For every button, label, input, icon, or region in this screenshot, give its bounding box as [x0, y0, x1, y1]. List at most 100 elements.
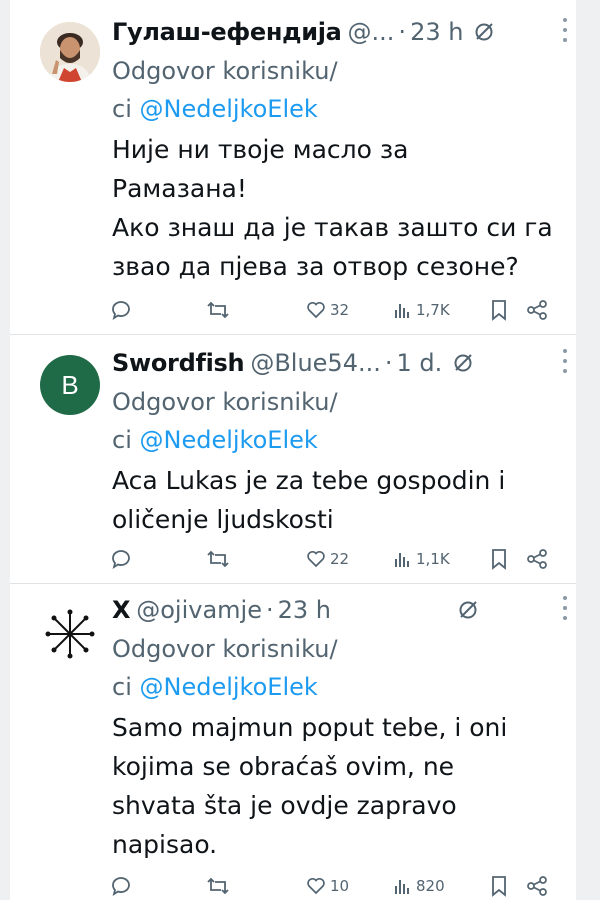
separator-dot: ·	[398, 18, 407, 46]
tweet-text: Aca Lukas je za tebe gospodin i oličenje…	[112, 461, 566, 539]
retweet-button[interactable]	[206, 299, 230, 321]
author-name[interactable]: Swordfish	[112, 349, 245, 377]
views-button[interactable]: 820	[394, 876, 445, 896]
reply-button[interactable]	[110, 299, 132, 321]
avatar[interactable]: B	[40, 355, 100, 415]
tweet-text-line: Samo majmun poput tebe, i oni	[112, 713, 508, 742]
tweet-header: Гулаш-ефендија @... · 23 h	[112, 12, 566, 52]
bookmark-button[interactable]	[490, 548, 508, 570]
reply-thread: Гулаш-ефендија @... · 23 h Odgovor koris…	[10, 0, 576, 900]
mention-link[interactable]: @NedeljkoElek	[140, 673, 318, 701]
reply-prefix: Odgovor korisniku/	[112, 57, 338, 85]
timestamp[interactable]: 23 h	[278, 596, 331, 624]
views-chart-icon	[395, 880, 409, 894]
view-count: 820	[416, 877, 445, 895]
timestamp[interactable]: 23 h	[410, 18, 463, 46]
tweet-text-line: Рамазана!	[112, 174, 247, 203]
action-bar: 22 1,1K	[10, 545, 576, 573]
more-options-icon[interactable]	[562, 596, 568, 620]
reply-ci: ci	[112, 95, 140, 123]
reply-ci: ci	[112, 673, 140, 701]
like-button[interactable]: 22	[306, 549, 349, 569]
view-count: 1,1K	[416, 550, 450, 568]
heart-icon	[307, 301, 325, 319]
tweet[interactable]: B Swordfish @Blue54... · 1 d. Odgovor ko…	[10, 335, 576, 584]
tweet-header: Swordfish @Blue54... · 1 d.	[112, 343, 566, 383]
bookmark-icon	[492, 300, 506, 321]
reply-icon	[112, 301, 130, 320]
views-chart-icon	[395, 553, 409, 567]
separator-dot: ·	[384, 349, 393, 377]
timestamp[interactable]: 1 d.	[397, 349, 443, 377]
tweet-text-line: Није ни твоје масло за	[112, 135, 409, 164]
tweet-text-line: Aca Lukas je za tebe gospodin i	[112, 466, 506, 495]
share-icon	[527, 300, 547, 320]
tweet-text-line: napisao.	[112, 830, 218, 859]
like-count: 32	[330, 301, 350, 319]
tweet-header: X @ojivamje · 23 h	[112, 590, 566, 630]
author-handle[interactable]: @ojivamje	[136, 596, 262, 624]
reply-prefix: Odgovor korisniku/	[112, 388, 338, 416]
more-options-icon[interactable]	[562, 18, 568, 42]
grok-icon[interactable]	[457, 599, 479, 621]
tweet[interactable]: X @ojivamje · 23 h Odgovor korisniku/ ci…	[10, 584, 576, 900]
author-handle[interactable]: @Blue54...	[250, 349, 381, 377]
more-options-icon[interactable]	[562, 349, 568, 373]
tweet-text-line: shvata šta je ovdje zapravo	[112, 791, 457, 820]
like-count: 10	[330, 877, 350, 895]
bookmark-icon	[492, 549, 506, 570]
views-chart-icon	[395, 304, 409, 318]
author-name[interactable]: Гулаш-ефендија	[112, 18, 342, 46]
retweet-button[interactable]	[206, 875, 230, 897]
user-photo-avatar-icon	[40, 22, 100, 82]
share-icon	[527, 876, 547, 896]
action-bar: 10 820	[10, 872, 576, 900]
bookmark-button[interactable]	[490, 299, 508, 321]
views-button[interactable]: 1,1K	[394, 549, 450, 569]
tweet-text-line: oličenje ljudskosti	[112, 505, 334, 534]
heart-icon	[307, 877, 325, 895]
like-count: 22	[330, 550, 350, 568]
share-button[interactable]	[526, 875, 548, 897]
reply-button[interactable]	[110, 548, 132, 570]
avatar-letter: B	[61, 369, 79, 400]
retweet-icon	[207, 550, 229, 568]
retweet-icon	[207, 301, 229, 319]
star-glyph-avatar-icon	[45, 609, 95, 659]
author-name[interactable]: X	[112, 596, 131, 624]
view-count: 1,7K	[416, 301, 450, 319]
separator-dot: ·	[265, 596, 274, 624]
reply-ci: ci	[112, 426, 140, 454]
share-button[interactable]	[526, 299, 548, 321]
reply-button[interactable]	[110, 875, 132, 897]
retweet-icon	[207, 877, 229, 895]
heart-icon	[307, 550, 325, 568]
tweet-text-line: Ако знаш да је такав зашто си га	[112, 213, 553, 242]
share-icon	[527, 549, 547, 569]
grok-icon[interactable]	[452, 352, 474, 374]
bookmark-icon	[492, 876, 506, 897]
reply-prefix: Odgovor korisniku/	[112, 635, 338, 663]
tweet-text-line: звао да пјева за отвор сезоне?	[112, 252, 519, 281]
avatar[interactable]	[40, 22, 100, 82]
reply-icon	[112, 550, 130, 569]
tweet-text: Samo majmun poput tebe, i oni kojima se …	[112, 708, 566, 864]
tweet-text: Није ни твоје масло за Рамазана! Ако зна…	[112, 130, 566, 286]
views-button[interactable]: 1,7K	[394, 300, 450, 320]
reply-context: Odgovor korisniku/ ci @NedeljkoElek	[112, 383, 566, 459]
like-button[interactable]: 10	[306, 876, 349, 896]
grok-icon[interactable]	[473, 21, 495, 43]
mention-link[interactable]: @NedeljkoElek	[140, 95, 318, 123]
avatar[interactable]	[40, 604, 100, 664]
share-button[interactable]	[526, 548, 548, 570]
mention-link[interactable]: @NedeljkoElek	[140, 426, 318, 454]
reply-icon	[112, 877, 130, 896]
author-handle[interactable]: @...	[348, 18, 395, 46]
bookmark-button[interactable]	[490, 875, 508, 897]
tweet-text-line: kojima se obraćaš ovim, ne	[112, 752, 455, 781]
like-button[interactable]: 32	[306, 300, 349, 320]
tweet[interactable]: Гулаш-ефендија @... · 23 h Odgovor koris…	[10, 0, 576, 335]
reply-context: Odgovor korisniku/ ci @NedeljkoElek	[112, 52, 566, 128]
action-bar: 32 1,7K	[10, 296, 576, 324]
retweet-button[interactable]	[206, 548, 230, 570]
